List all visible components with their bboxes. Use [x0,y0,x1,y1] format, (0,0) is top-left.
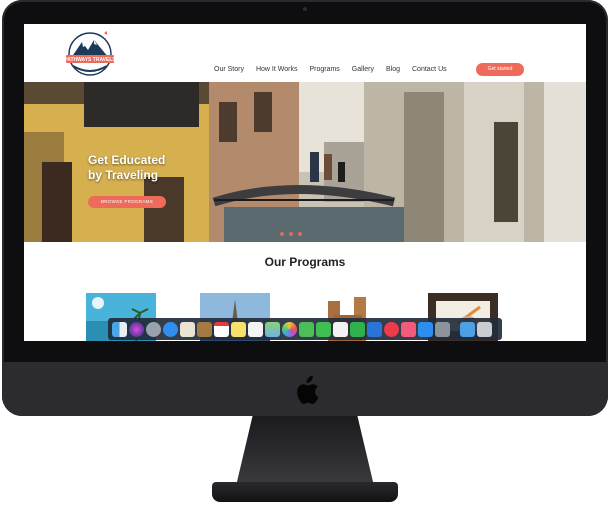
downloads-folder-icon[interactable] [460,321,475,337]
get-started-button[interactable]: Get started [476,63,524,76]
apple-logo-icon [297,375,319,405]
hero-banner: Get Educated by Traveling BROWSE PROGRAM… [24,82,586,242]
hero-headline-line2: by Traveling [88,168,159,182]
reminders-icon[interactable] [248,321,263,337]
site-header: PATHWAYS TRAVELS Our Story How It Works … [24,24,586,82]
monitor-foot [212,482,398,502]
news-icon[interactable] [384,321,399,337]
nav-programs[interactable]: Programs [309,66,339,73]
imac-device: PATHWAYS TRAVELS Our Story How It Works … [0,0,610,506]
trash-icon[interactable] [477,321,492,337]
programs-heading: Our Programs [264,255,346,269]
carousel-dot-2[interactable] [289,232,293,236]
photos-app-icon[interactable] [180,321,195,337]
keynote-blue-icon[interactable] [367,321,382,337]
notes-brown-icon[interactable] [197,321,212,337]
main-nav: Our Story How It Works Programs Gallery … [214,66,447,73]
messages-icon[interactable] [299,321,314,337]
system-preferences-icon[interactable] [435,321,450,337]
app-store-icon[interactable] [418,321,433,337]
carousel-dot-1[interactable] [280,232,284,236]
facetime-icon[interactable] [316,321,331,337]
hero-headline: Get Educated by Traveling [88,153,198,183]
camera [303,7,307,11]
nav-gallery[interactable]: Gallery [352,66,374,73]
stickies-icon[interactable] [231,321,246,337]
carousel-dots [280,232,302,236]
browse-programs-button[interactable]: BROWSE PROGRAMS [88,196,166,208]
nav-blog[interactable]: Blog [386,66,400,73]
calendar-icon[interactable] [214,321,229,337]
hero-headline-line1: Get Educated [88,153,166,167]
launchpad-icon[interactable] [146,321,161,337]
finder-icon[interactable] [112,321,127,337]
keynote-icon[interactable] [333,321,348,337]
safari-icon[interactable] [163,321,178,337]
music-icon[interactable] [401,321,416,337]
nav-our-story[interactable]: Our Story [214,66,244,73]
nav-contact-us[interactable]: Contact Us [412,66,447,73]
siri-icon[interactable] [129,321,144,337]
macos-dock [108,318,502,340]
pathways-logo[interactable]: PATHWAYS TRAVELS [58,30,122,82]
numbers-icon[interactable] [350,321,365,337]
nav-how-it-works[interactable]: How It Works [256,66,298,73]
monitor-stand [236,416,374,486]
photos-icon[interactable] [282,321,297,337]
logo-text: PATHWAYS TRAVELS [64,57,116,63]
maps-icon[interactable] [265,321,280,337]
carousel-dot-3[interactable] [298,232,302,236]
screen: PATHWAYS TRAVELS Our Story How It Works … [24,24,586,341]
